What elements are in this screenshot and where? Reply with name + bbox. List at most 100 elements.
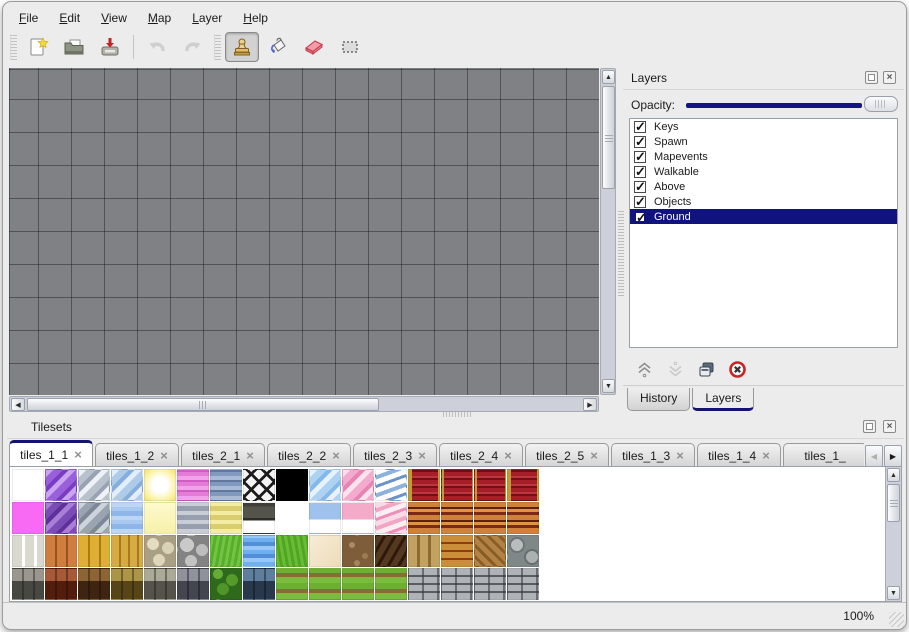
map-canvas[interactable]	[9, 68, 599, 395]
close-panel-icon[interactable]: ×	[883, 420, 896, 433]
tile[interactable]	[342, 469, 374, 501]
layer-row-objects[interactable]: Objects	[630, 194, 897, 209]
tile[interactable]	[441, 535, 473, 567]
menu-map[interactable]: Map	[138, 9, 182, 27]
tileset-vertical-scrollbar[interactable]: ▲ ▼	[885, 467, 901, 601]
tile[interactable]	[12, 469, 44, 501]
tileset-tab[interactable]: tiles_2_4 ×	[439, 443, 523, 467]
tile[interactable]	[45, 469, 77, 501]
tile[interactable]	[342, 502, 374, 534]
tile[interactable]	[111, 535, 143, 567]
tileset-tab[interactable]: tiles_2_5 ×	[525, 443, 609, 467]
scroll-down-icon[interactable]: ▼	[602, 379, 615, 393]
eraser-tool-button[interactable]	[297, 32, 331, 62]
tile[interactable]	[177, 502, 209, 534]
tile[interactable]	[243, 469, 275, 501]
tile[interactable]	[45, 568, 77, 600]
tile[interactable]	[276, 568, 308, 600]
menu-edit[interactable]: Edit	[49, 9, 91, 27]
tileset-tab[interactable]: tiles_2_1 ×	[181, 443, 265, 467]
tileset-tab[interactable]: tiles_1_4 ×	[697, 443, 781, 467]
tile[interactable]	[243, 568, 275, 600]
close-tab-icon[interactable]: ×	[504, 451, 512, 461]
fill-tool-button[interactable]	[261, 32, 295, 62]
opacity-slider-track[interactable]	[686, 103, 862, 108]
tile[interactable]	[441, 502, 473, 534]
tile[interactable]	[210, 535, 242, 567]
layer-row-ground[interactable]: Ground	[630, 209, 897, 224]
tile[interactable]	[210, 469, 242, 501]
tile[interactable]	[45, 535, 77, 567]
tile[interactable]	[474, 502, 506, 534]
canvas-vertical-scrollbar[interactable]: ▲ ▼	[600, 68, 616, 395]
duplicate-layer-button[interactable]	[693, 358, 719, 382]
tile[interactable]	[507, 502, 539, 534]
tile[interactable]	[408, 568, 440, 600]
tile[interactable]	[12, 535, 44, 567]
tileset-tab[interactable]: tiles_1_1 ×	[9, 440, 93, 467]
close-tab-icon[interactable]: ×	[332, 451, 340, 461]
tile[interactable]	[177, 568, 209, 600]
tile[interactable]	[441, 568, 473, 600]
tileset-tab[interactable]: tiles_1_2 ×	[95, 443, 179, 467]
tile[interactable]	[309, 535, 341, 567]
close-tab-icon[interactable]: ×	[246, 451, 254, 461]
tile[interactable]	[408, 502, 440, 534]
close-tab-icon[interactable]: ×	[762, 451, 770, 461]
resize-grip-icon[interactable]	[889, 612, 904, 627]
tile[interactable]	[210, 502, 242, 534]
tile[interactable]	[474, 568, 506, 600]
close-tab-icon[interactable]: ×	[160, 451, 168, 461]
scroll-left-icon[interactable]: ◀	[11, 398, 25, 411]
tileset-vscroll-thumb[interactable]	[887, 484, 900, 522]
save-button[interactable]	[93, 32, 127, 62]
tile[interactable]	[243, 502, 275, 534]
tile[interactable]	[408, 535, 440, 567]
tile[interactable]	[342, 568, 374, 600]
tile[interactable]	[111, 502, 143, 534]
tab-history[interactable]: History	[627, 388, 690, 411]
opacity-slider-handle[interactable]	[864, 96, 898, 112]
tile[interactable]	[507, 535, 539, 567]
layer-visibility-checkbox[interactable]	[634, 166, 646, 178]
rect-select-tool-button[interactable]	[333, 32, 367, 62]
close-tab-icon[interactable]: ×	[74, 450, 82, 460]
layer-visibility-checkbox[interactable]	[634, 136, 646, 148]
menu-layer[interactable]: Layer	[182, 9, 233, 27]
undo-button[interactable]	[140, 32, 174, 62]
close-panel-icon[interactable]: ×	[883, 71, 896, 84]
tileset-tab[interactable]: tiles_1_3 ×	[611, 443, 695, 467]
layer-row-above[interactable]: Above	[630, 179, 897, 194]
scroll-up-icon[interactable]: ▲	[887, 468, 900, 482]
toolbar-drag-handle[interactable]	[214, 34, 221, 60]
tile[interactable]	[144, 568, 176, 600]
tileset-tab[interactable]: tiles_1_	[783, 443, 864, 467]
close-tab-icon[interactable]: ×	[676, 451, 684, 461]
close-tab-icon[interactable]: ×	[418, 451, 426, 461]
lower-layer-button[interactable]	[662, 358, 688, 382]
canvas-hscroll-thumb[interactable]	[27, 398, 379, 411]
tileset-tab[interactable]: tiles_2_3 ×	[353, 443, 437, 467]
menu-file[interactable]: File	[9, 9, 49, 27]
layer-row-mapevents[interactable]: Mapevents	[630, 149, 897, 164]
tile[interactable]	[243, 535, 275, 567]
tile[interactable]	[507, 568, 539, 600]
tile[interactable]	[144, 535, 176, 567]
tile[interactable]	[507, 469, 539, 501]
tile[interactable]	[474, 469, 506, 501]
tile[interactable]	[177, 535, 209, 567]
tile[interactable]	[78, 502, 110, 534]
layer-visibility-checkbox[interactable]	[634, 181, 646, 193]
layer-row-walkable[interactable]: Walkable	[630, 164, 897, 179]
tile[interactable]	[78, 469, 110, 501]
tile[interactable]	[111, 568, 143, 600]
redo-button[interactable]	[176, 32, 210, 62]
open-button[interactable]	[57, 32, 91, 62]
stamp-tool-button[interactable]	[225, 32, 259, 62]
tile[interactable]	[375, 502, 407, 534]
toolbar-drag-handle[interactable]	[10, 34, 17, 60]
menu-help[interactable]: Help	[233, 9, 279, 27]
layer-row-keys[interactable]: Keys	[630, 119, 897, 134]
tile[interactable]	[177, 469, 209, 501]
tab-layers[interactable]: Layers	[692, 388, 754, 411]
